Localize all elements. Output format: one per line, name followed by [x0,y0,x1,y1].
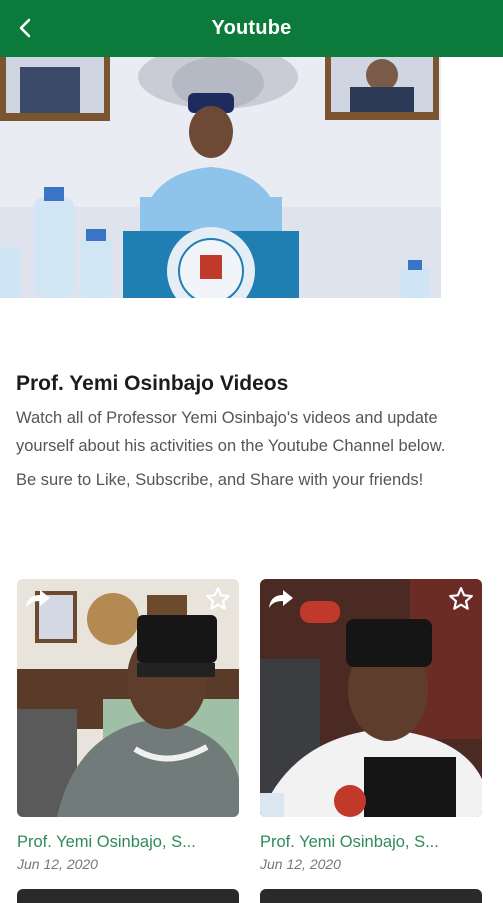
section-title: Prof. Yemi Osinbajo Videos [16,372,289,395]
favorite-button[interactable] [203,584,233,614]
star-outline-icon [449,587,473,610]
app-bar-title: Youtube [211,17,292,39]
share-icon [26,590,50,608]
video-date: Jun 12, 2020 [17,856,98,872]
video-grid: Prof. Yemi Osinbajo, S... Jun 12, 2020 P… [17,579,487,903]
video-thumbnail[interactable] [17,579,239,817]
back-button[interactable] [6,8,46,48]
chevron-left-icon [19,18,31,38]
channel-description: Prof. Yemi Osinbajo Videos Watch all of … [16,372,486,494]
video-card[interactable]: Prof. Yemi Osinbajo, S... Jun 12, 2020 [260,579,482,872]
video-card[interactable]: Prof. Yemi Osinbajo, S... Jun 12, 2020 [17,579,239,872]
hero-image [0,57,441,298]
star-outline-icon [206,587,230,610]
video-date: Jun 12, 2020 [260,856,341,872]
call-to-action-text: Be sure to Like, Subscribe, and Share wi… [16,471,424,489]
favorite-button[interactable] [446,584,476,614]
share-button[interactable] [266,585,296,613]
video-card-peek[interactable] [17,889,239,903]
video-thumbnail[interactable] [260,579,482,817]
video-title[interactable]: Prof. Yemi Osinbajo, S... [17,833,239,852]
share-icon [269,590,293,608]
video-title[interactable]: Prof. Yemi Osinbajo, S... [260,833,482,852]
share-button[interactable] [23,585,53,613]
description-text: Watch all of Professor Yemi Osinbajo's v… [16,409,446,455]
app-bar: Youtube [0,0,503,57]
video-card-peek[interactable] [260,889,482,903]
